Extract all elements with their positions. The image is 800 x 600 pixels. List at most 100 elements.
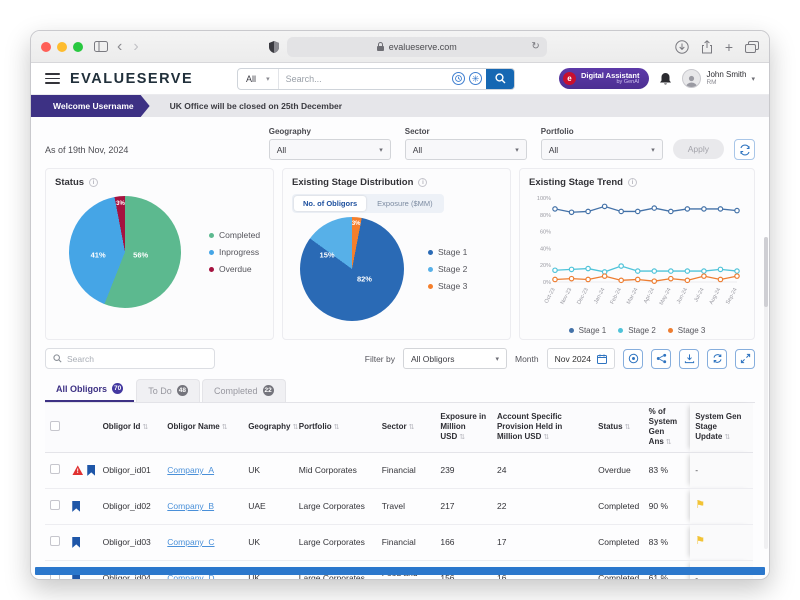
provision-cell: 22 (491, 488, 594, 525)
back-icon[interactable]: ‹ (115, 38, 124, 56)
forward-icon[interactable]: › (131, 38, 140, 56)
calendar-icon (597, 354, 607, 364)
search-icon (494, 73, 506, 84)
search-scope-value: All (246, 73, 257, 84)
column-header-9[interactable]: % of System Gen Ans ⇅ (643, 403, 691, 453)
system-gen-ans-cell: 90 % (643, 488, 691, 525)
trend-chart[interactable]: 0% 20% 40% 60% 80% 100% Oct-23 Nov-23 Dec-23 Jan-… (529, 190, 745, 325)
sync-icon[interactable] (707, 348, 727, 369)
tab-overview-icon[interactable] (745, 40, 759, 53)
status-card: Status i 56% 41% 3% Completed Inprogress Ove… (45, 168, 274, 340)
svg-text:Feb-24: Feb-24 (609, 287, 622, 305)
sort-icon[interactable]: ⇅ (724, 434, 730, 441)
sort-icon[interactable]: ⇅ (625, 424, 631, 431)
bookmark-icon[interactable] (72, 500, 81, 512)
company-link[interactable]: Company_C (167, 537, 214, 547)
info-icon[interactable]: i (418, 178, 428, 187)
digital-assistant-button[interactable]: e Digital Assistant by GenAI (558, 68, 650, 89)
filter-select-geography[interactable]: All ▾ (268, 139, 391, 160)
reset-filters-icon[interactable] (734, 139, 755, 160)
tab-count-badge: 48 (176, 385, 188, 396)
row-checkbox[interactable] (50, 535, 60, 546)
row-checkbox[interactable] (50, 463, 60, 474)
downloads-icon[interactable] (675, 39, 689, 54)
column-header-2[interactable]: Obligor Name ⇅ (162, 403, 244, 453)
pie-slice-label: 82% (356, 274, 372, 284)
sort-icon[interactable]: ⇅ (666, 439, 672, 446)
column-header-6[interactable]: Exposure in Million USD ⇅ (435, 403, 492, 453)
search-settings-icon[interactable] (469, 72, 483, 85)
expand-icon[interactable] (735, 348, 755, 369)
company-link[interactable]: Company_A (167, 465, 214, 475)
column-header-8[interactable]: Status ⇅ (593, 403, 644, 453)
column-header-4[interactable]: Portfolio ⇅ (293, 403, 377, 453)
portfolio-cell: Large Corporates (293, 524, 377, 561)
column-header-5[interactable]: Sector ⇅ (376, 403, 436, 453)
search-button[interactable] (486, 68, 515, 89)
sort-icon[interactable]: ⇅ (334, 424, 340, 431)
share-icon[interactable] (701, 39, 713, 54)
apply-button[interactable]: Apply (672, 139, 724, 159)
sort-icon[interactable]: ⇅ (142, 424, 148, 431)
filter-select-portfolio[interactable]: All ▾ (540, 139, 663, 160)
info-icon[interactable]: i (89, 178, 99, 187)
share-icon[interactable] (651, 348, 671, 369)
search-scope-select[interactable]: All ▾ (238, 68, 279, 89)
svg-text:Aug-24: Aug-24 (709, 287, 723, 305)
filter-by-select[interactable]: All Obligors ▾ (402, 348, 507, 369)
svg-text:Oct-23: Oct-23 (544, 287, 557, 304)
column-header-7[interactable]: Account Specific Provision Held in Milli… (491, 403, 594, 453)
tab-to-do[interactable]: To Do 48 (136, 379, 200, 402)
sort-icon[interactable]: ⇅ (543, 434, 549, 441)
new-tab-icon[interactable]: + (725, 40, 733, 54)
zoom-window-button[interactable] (73, 41, 83, 52)
company-link[interactable]: Company_B (167, 501, 214, 511)
flag-icon[interactable]: ⚑ (695, 499, 705, 511)
global-search-input[interactable] (278, 73, 453, 84)
tab-completed[interactable]: Completed 22 (202, 379, 286, 402)
toggle-no-of-obligors[interactable]: No. of Obligors (294, 196, 367, 211)
menu-icon[interactable] (45, 73, 60, 84)
toggle-exposure[interactable]: Exposure ($MM) (368, 196, 441, 211)
tab-all-obligors[interactable]: All Obligors 70 (45, 378, 135, 402)
address-bar[interactable]: evalueserve.com ↻ (286, 36, 547, 57)
column-header-3[interactable]: Geography ⇅ (243, 403, 298, 453)
sort-icon[interactable]: ⇅ (409, 424, 415, 431)
stage-pie-chart[interactable]: 82% 15% 3% (300, 217, 404, 321)
reload-icon[interactable]: ↻ (531, 41, 539, 52)
legend-dot (428, 283, 433, 289)
minimize-window-button[interactable] (57, 41, 67, 52)
filter-label: Sector (404, 127, 430, 136)
column-header-10[interactable]: System Gen Stage Update ⇅ (690, 403, 753, 453)
row-checkbox[interactable] (50, 499, 60, 510)
sort-icon[interactable]: ⇅ (222, 424, 228, 431)
chevron-down-icon: ▾ (651, 146, 655, 154)
stage-update-cell: ⚑ (690, 488, 753, 525)
recent-search-icon[interactable] (452, 72, 466, 85)
status-pie-chart[interactable]: 56% 41% 3% (69, 196, 181, 308)
target-icon[interactable] (623, 348, 643, 369)
portfolio-cell: Large Corporates (293, 488, 377, 525)
column-header-1[interactable]: Obligor Id ⇅ (97, 403, 163, 453)
exposure-cell: 166 (435, 524, 492, 561)
sidebar-toggle-icon[interactable] (94, 41, 108, 52)
select-all-checkbox[interactable] (50, 420, 60, 431)
sort-icon[interactable]: ⇅ (459, 434, 465, 441)
download-icon[interactable] (679, 348, 699, 369)
privacy-shield-icon[interactable] (268, 40, 279, 53)
legend-dot (428, 249, 433, 255)
info-icon[interactable]: i (627, 178, 637, 187)
legend-label: Stage 3 (438, 281, 468, 291)
geography-cell: UK (243, 524, 294, 561)
user-menu[interactable]: John Smith RM ▾ (682, 69, 755, 88)
table-search-input[interactable] (67, 353, 207, 364)
flag-icon[interactable]: ⚑ (695, 535, 705, 547)
sort-icon[interactable]: ⇅ (292, 424, 298, 431)
page-scrollbar[interactable] (764, 237, 768, 549)
filter-select-sector[interactable]: All ▾ (404, 139, 527, 160)
bookmark-icon[interactable] (87, 464, 96, 476)
notifications-bell-icon[interactable] (659, 72, 672, 86)
close-window-button[interactable] (41, 41, 51, 52)
bookmark-icon[interactable] (72, 536, 81, 548)
month-picker[interactable]: Nov 2024 (546, 348, 615, 369)
